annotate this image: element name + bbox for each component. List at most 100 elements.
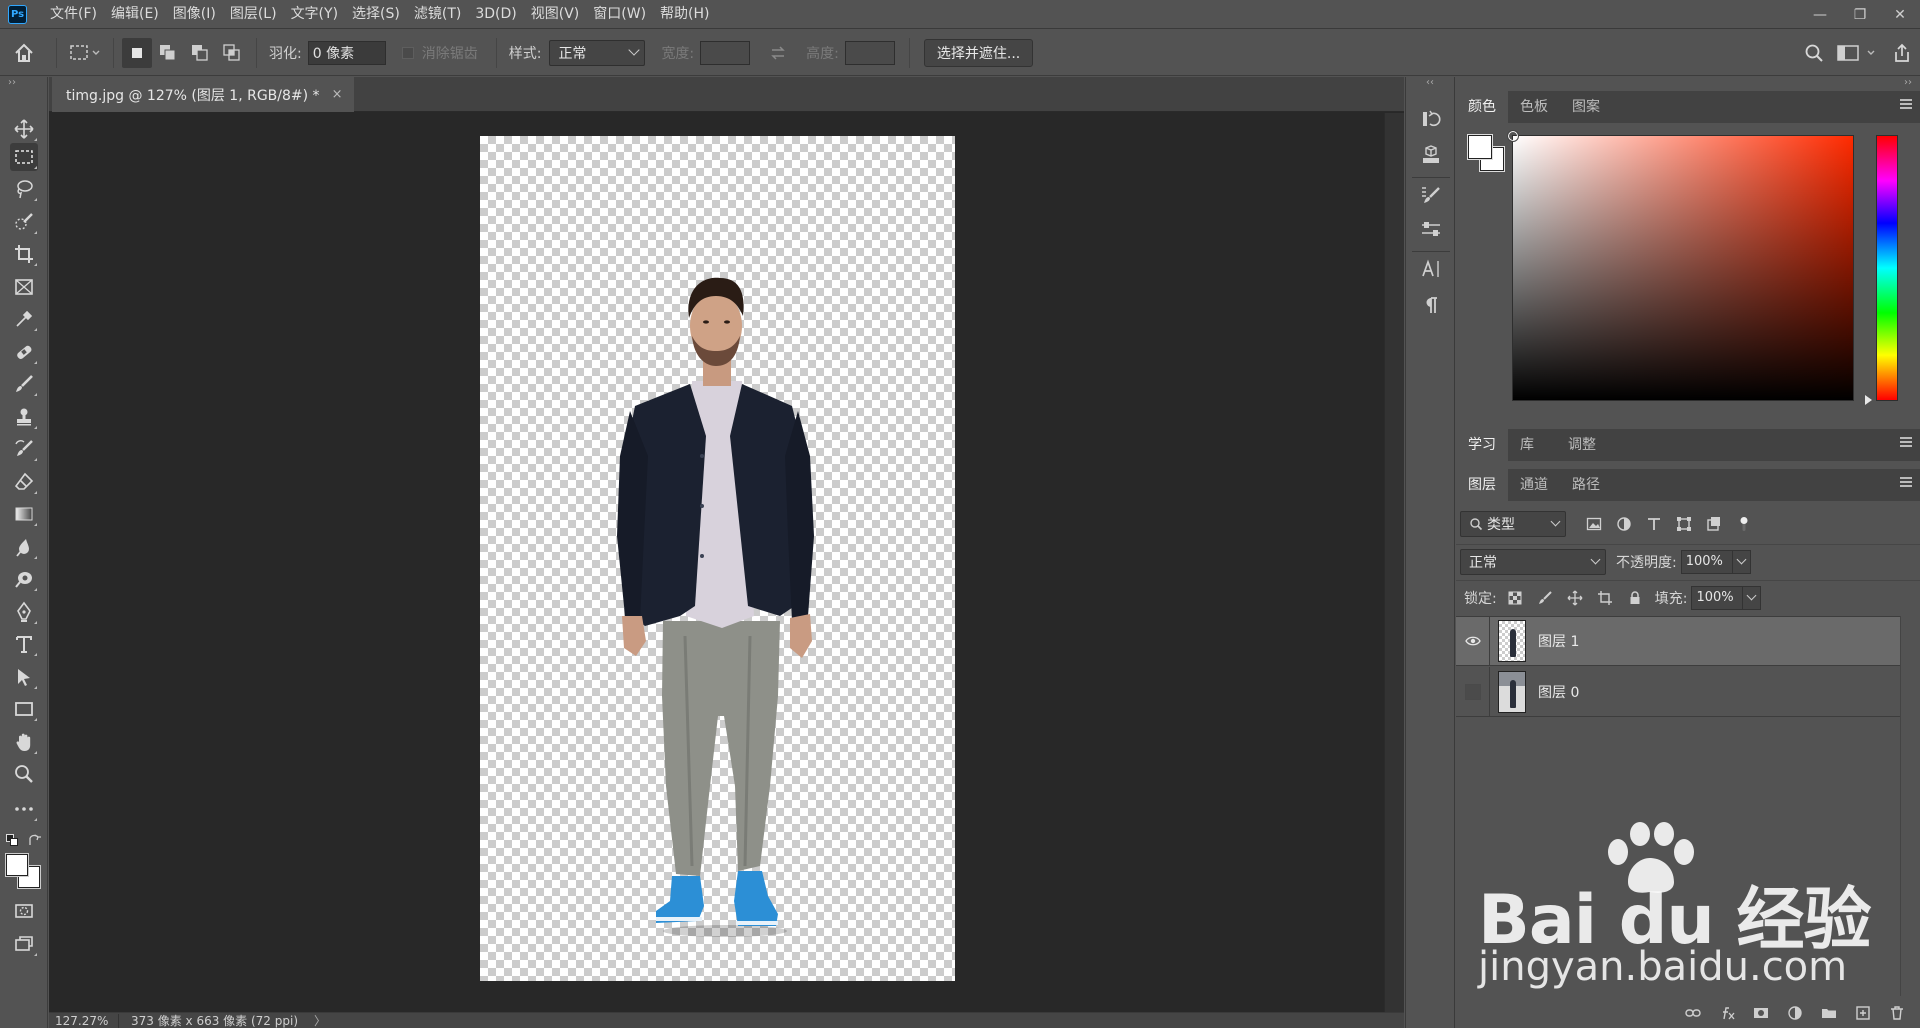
opacity-slider-toggle[interactable]: [1732, 549, 1751, 574]
fill-input[interactable]: 100%: [1691, 585, 1744, 610]
filter-shape-layers-button[interactable]: [1674, 514, 1694, 534]
layer-row[interactable]: 图层 1: [1456, 616, 1900, 666]
hue-slider[interactable]: [1876, 135, 1898, 401]
link-layers-button[interactable]: [1682, 1002, 1704, 1024]
tool-preset-picker[interactable]: [65, 38, 105, 68]
menu-image[interactable]: 图像(I): [166, 0, 223, 29]
close-tab-icon[interactable]: ×: [332, 87, 343, 102]
restore-button[interactable]: ❐: [1840, 0, 1880, 29]
lock-all-button[interactable]: [1625, 588, 1645, 608]
layer-name[interactable]: 图层 0: [1538, 682, 1579, 702]
fill-slider-toggle[interactable]: [1743, 585, 1762, 610]
menu-edit[interactable]: 编辑(E): [104, 0, 166, 29]
filter-type-layers-button[interactable]: [1644, 514, 1664, 534]
tab-learn[interactable]: 学习: [1456, 429, 1508, 461]
select-and-mask-button[interactable]: 选择并遮住...: [923, 38, 1034, 67]
lasso-tool[interactable]: [10, 175, 38, 203]
collapse-panels-icon[interactable]: ››: [1456, 77, 1920, 91]
search-button[interactable]: [1796, 38, 1832, 68]
clone-stamp-tool[interactable]: [10, 403, 38, 431]
filter-smart-objects-button[interactable]: [1704, 514, 1724, 534]
canvas-document[interactable]: [480, 136, 955, 981]
lock-image-pixels-button[interactable]: [1535, 588, 1555, 608]
panel-menu-icon[interactable]: [1900, 437, 1912, 449]
subtract-from-selection-button[interactable]: [184, 38, 216, 68]
vertical-scrollbar[interactable]: [1384, 113, 1404, 1012]
minimize-button[interactable]: —: [1800, 0, 1840, 29]
blend-mode-select[interactable]: 正常: [1460, 548, 1606, 575]
tab-channels[interactable]: 通道: [1508, 469, 1560, 501]
status-menu-arrow[interactable]: 〉: [298, 1012, 326, 1028]
crop-tool[interactable]: [10, 240, 38, 268]
healing-brush-tool[interactable]: [10, 338, 38, 366]
home-button[interactable]: [0, 30, 48, 76]
menu-select[interactable]: 选择(S): [345, 0, 407, 29]
quick-selection-tool[interactable]: [10, 208, 38, 236]
tab-color[interactable]: 颜色: [1456, 91, 1508, 123]
menu-layer[interactable]: 图层(L): [223, 0, 284, 29]
blur-tool[interactable]: [10, 533, 38, 561]
share-button[interactable]: [1884, 38, 1920, 68]
workspace-switcher[interactable]: [1832, 38, 1884, 68]
collapse-toolbar-icon[interactable]: ››: [0, 77, 47, 91]
canvas-viewport[interactable]: [49, 113, 1384, 1012]
screen-mode-button[interactable]: [10, 930, 38, 958]
dodge-tool[interactable]: [10, 565, 38, 593]
3d-panel-button[interactable]: [1417, 141, 1445, 169]
default-colors-button[interactable]: [6, 834, 18, 846]
saturation-value-field[interactable]: [1507, 130, 1854, 401]
color-picker-marker[interactable]: [1507, 130, 1519, 142]
prevent-auto-nesting-button[interactable]: [1595, 588, 1615, 608]
menu-window[interactable]: 窗口(W): [586, 0, 653, 29]
brushes-panel-button[interactable]: [1417, 181, 1445, 209]
menu-3d[interactable]: 3D(D): [468, 0, 523, 29]
collapse-panel-strip-icon[interactable]: ‹‹: [1406, 77, 1454, 91]
layer-style-button[interactable]: [1716, 1002, 1738, 1024]
layer-visibility-toggle[interactable]: [1456, 616, 1490, 666]
intersect-selection-button[interactable]: [216, 38, 248, 68]
foreground-background-swatches[interactable]: [5, 853, 41, 889]
edit-toolbar-button[interactable]: [10, 795, 38, 823]
rectangular-marquee-tool[interactable]: [10, 143, 38, 171]
menu-view[interactable]: 视图(V): [524, 0, 587, 29]
panel-menu-icon[interactable]: [1900, 99, 1912, 111]
menu-filter[interactable]: 滤镜(T): [407, 0, 468, 29]
history-panel-button[interactable]: [1417, 105, 1445, 133]
frame-tool[interactable]: [10, 273, 38, 301]
layer-filter-select[interactable]: 类型: [1460, 511, 1566, 537]
opacity-input[interactable]: 100%: [1680, 549, 1733, 574]
filter-adjustment-layers-button[interactable]: [1614, 514, 1634, 534]
move-tool[interactable]: [10, 115, 38, 143]
new-group-button[interactable]: [1818, 1002, 1840, 1024]
menu-file[interactable]: 文件(F): [43, 0, 104, 29]
lock-transparent-pixels-button[interactable]: [1505, 588, 1525, 608]
color-panel-swatches[interactable]: [1467, 134, 1506, 173]
type-tool[interactable]: [10, 630, 38, 658]
delete-layer-button[interactable]: [1886, 1002, 1908, 1024]
add-mask-button[interactable]: [1750, 1002, 1772, 1024]
zoom-tool[interactable]: [10, 760, 38, 788]
pen-tool[interactable]: [10, 598, 38, 626]
history-brush-tool[interactable]: [10, 435, 38, 463]
tab-patterns[interactable]: 图案: [1560, 91, 1612, 123]
tab-paths[interactable]: 路径: [1560, 469, 1612, 501]
new-adjustment-layer-button[interactable]: [1784, 1002, 1806, 1024]
style-select[interactable]: 正常: [549, 39, 646, 66]
add-to-selection-button[interactable]: [152, 38, 184, 68]
new-layer-button[interactable]: [1852, 1002, 1874, 1024]
menu-type[interactable]: 文字(Y): [284, 0, 345, 29]
layer-row[interactable]: 图层 0: [1456, 666, 1900, 717]
properties-panel-button[interactable]: [1417, 215, 1445, 243]
panel-menu-icon[interactable]: [1900, 477, 1912, 489]
swap-colors-button[interactable]: [28, 834, 42, 846]
filter-pixel-layers-button[interactable]: [1584, 514, 1604, 534]
zoom-level[interactable]: 127.27%: [49, 1013, 119, 1028]
tab-layers[interactable]: 图层: [1456, 469, 1508, 501]
tab-libraries[interactable]: 库: [1508, 429, 1546, 461]
hand-tool[interactable]: [10, 728, 38, 756]
document-tab[interactable]: timg.jpg @ 127% (图层 1, RGB/8#) * ×: [52, 77, 355, 112]
layer-visibility-toggle[interactable]: [1456, 666, 1490, 717]
brush-tool[interactable]: [10, 370, 38, 398]
rectangle-tool[interactable]: [10, 695, 38, 723]
layers-scrollbar[interactable]: [1900, 616, 1920, 996]
